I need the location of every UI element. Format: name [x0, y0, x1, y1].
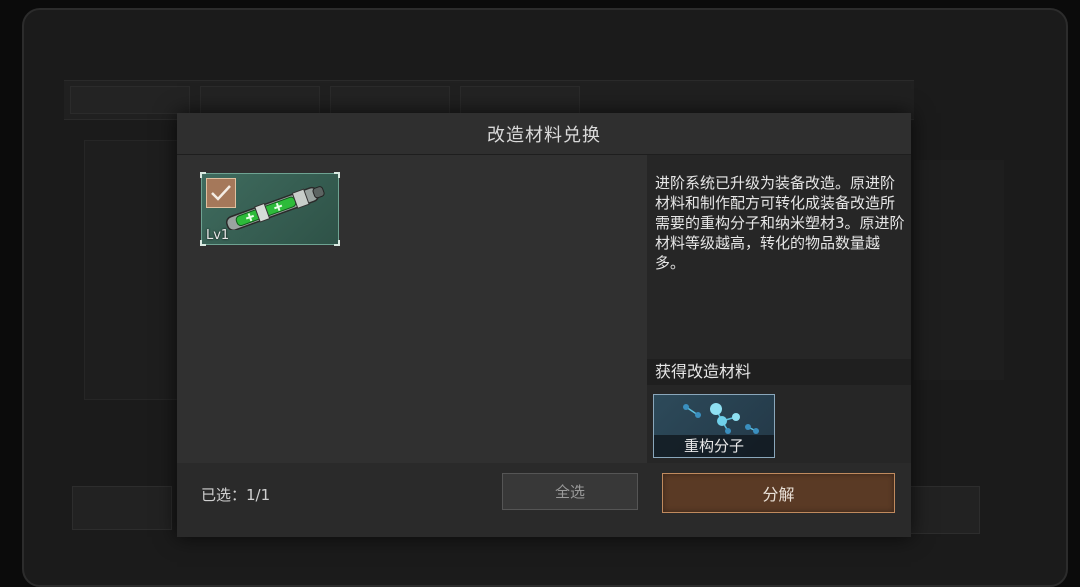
background-bottom-button	[904, 486, 980, 534]
selected-count-label: 已选：1/1	[201, 486, 271, 504]
reward-item-card[interactable]: 重构分子	[653, 394, 775, 458]
reward-header: 获得改造材料	[647, 359, 911, 385]
material-exchange-dialog: 改造材料兑换 Lv1 进阶系统已升级为装备改造。原进阶材料和制作配方可转化成装备…	[177, 113, 911, 537]
card-corner	[334, 240, 340, 246]
item-selection-pane: Lv1	[177, 155, 647, 463]
select-all-button[interactable]: 全选	[502, 473, 638, 510]
info-pane: 进阶系统已升级为装备改造。原进阶材料和制作配方可转化成装备改造所需要的重构分子和…	[647, 155, 911, 463]
check-icon	[211, 185, 231, 201]
background-bottom-button	[72, 486, 172, 530]
description-text: 进阶系统已升级为装备改造。原进阶材料和制作配方可转化成装备改造所需要的重构分子和…	[655, 174, 905, 272]
reward-item-name: 重构分子	[654, 435, 774, 457]
background-tab	[200, 86, 320, 114]
background-right-panel	[914, 160, 1004, 380]
selected-checkbox[interactable]	[206, 178, 236, 208]
background-tab	[70, 86, 190, 114]
device-frame: 改造材料兑换 Lv1 进阶系统已升级为装备改造。原进阶材料和制作配方可转化成装备…	[0, 0, 1080, 587]
background-tab	[460, 86, 580, 114]
item-level-label: Lv1	[206, 228, 230, 243]
dialog-title: 改造材料兑换	[487, 124, 601, 146]
dialog-header: 改造材料兑换	[177, 113, 911, 155]
decompose-button[interactable]: 分解	[662, 473, 895, 513]
selected-item-card[interactable]: Lv1	[200, 172, 340, 246]
card-corner	[334, 172, 340, 178]
background-tab	[330, 86, 450, 114]
molecule-icon	[683, 403, 759, 434]
